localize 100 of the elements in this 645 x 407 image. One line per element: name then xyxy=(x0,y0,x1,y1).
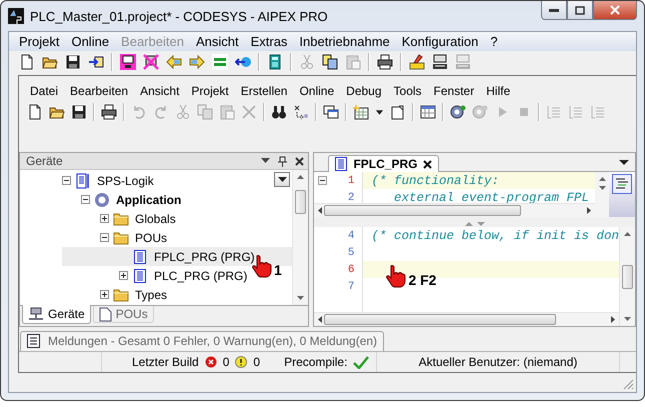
line-number: 2 xyxy=(346,192,354,204)
table-icon[interactable] xyxy=(420,104,436,120)
menu-item[interactable]: Inbetriebnahme xyxy=(293,34,396,49)
document-icon xyxy=(132,248,148,265)
menu-item[interactable]: Projekt xyxy=(13,34,66,49)
resize-grip-icon[interactable] xyxy=(622,378,634,390)
right-arrow-icon[interactable] xyxy=(189,54,205,70)
menu-item[interactable]: Tools xyxy=(388,84,428,98)
save-icon[interactable] xyxy=(71,104,87,120)
expand-toggle[interactable] xyxy=(100,290,109,300)
replace-icon[interactable] xyxy=(293,104,309,120)
menu-item[interactable]: Fenster xyxy=(428,84,480,98)
menu-item[interactable]: Online xyxy=(65,34,116,49)
equals-icon[interactable] xyxy=(212,54,228,70)
split-handle[interactable] xyxy=(462,220,487,228)
scroll-right-arrow-icon[interactable] xyxy=(611,316,615,324)
panel-tab[interactable]: Geräte xyxy=(22,305,91,324)
tree-item[interactable]: PLC_PRG (PRG) xyxy=(152,268,250,284)
collapse-toggle[interactable] xyxy=(81,195,90,204)
scroll-down-arrow-icon[interactable] xyxy=(624,317,631,322)
scroll-left-arrow-icon[interactable] xyxy=(318,207,322,214)
vertical-scrollbar[interactable] xyxy=(619,227,635,326)
document-icon xyxy=(132,268,148,284)
panel-tab[interactable]: POUs xyxy=(92,306,154,324)
expand-toggle[interactable] xyxy=(119,271,128,280)
menu-item[interactable]: Ansicht xyxy=(190,34,245,49)
scroll-down-arrow-icon[interactable] xyxy=(297,296,304,300)
tree-dropdown-button[interactable] xyxy=(274,172,290,188)
warning-icon xyxy=(235,356,248,368)
collapse-toggle[interactable] xyxy=(62,176,71,186)
menu-item[interactable]: Datei xyxy=(24,84,64,98)
menu-item[interactable]: Bearbeiten xyxy=(64,84,134,98)
scrollbar-thumb[interactable] xyxy=(324,314,556,326)
dropdown-caret-icon[interactable] xyxy=(261,158,270,164)
windows-icon[interactable] xyxy=(323,104,339,120)
line-number: 4 xyxy=(346,230,354,242)
new-file-icon[interactable] xyxy=(27,104,43,120)
printer-icon[interactable] xyxy=(377,54,393,70)
vertical-scrollbar[interactable] xyxy=(292,170,308,306)
hand-cursor-icon xyxy=(386,264,406,288)
menu-item[interactable]: Online xyxy=(293,84,340,98)
horizontal-scrollbar[interactable] xyxy=(314,312,619,326)
menu-item[interactable]: ? xyxy=(484,34,504,49)
left-arrow-icon[interactable] xyxy=(166,54,182,70)
menu-item[interactable]: Projekt xyxy=(185,84,235,98)
minimize-button[interactable] xyxy=(541,1,567,20)
scroll-right-arrow-icon[interactable] xyxy=(587,207,591,214)
arrow-icon[interactable] xyxy=(235,54,251,70)
editor-tab[interactable]: FPLC_PRG xyxy=(328,155,440,172)
grid-icon[interactable] xyxy=(353,104,369,120)
computer-icon[interactable] xyxy=(432,54,448,70)
fold-toggle[interactable] xyxy=(318,176,328,186)
folder-icon xyxy=(113,286,129,303)
minimize-icon xyxy=(549,8,559,12)
copy-icon[interactable] xyxy=(322,54,338,70)
page-icon[interactable] xyxy=(390,104,406,120)
tree-item[interactable]: Application xyxy=(114,192,184,208)
monitor-icon[interactable] xyxy=(120,54,136,70)
printer-icon[interactable] xyxy=(101,104,117,120)
scroll-left-arrow-icon[interactable] xyxy=(318,316,322,324)
maximize-button[interactable] xyxy=(567,1,593,20)
expand-toggle[interactable] xyxy=(100,214,109,224)
calculator-icon[interactable] xyxy=(267,54,283,70)
scroll-up-arrow-icon[interactable] xyxy=(297,175,304,180)
binoculars-icon[interactable] xyxy=(271,104,287,120)
crossed-monitor-icon[interactable] xyxy=(143,54,159,70)
scroll-up-arrow-icon[interactable] xyxy=(598,177,606,182)
scrollbar-thumb[interactable] xyxy=(324,205,522,216)
new-file-icon[interactable] xyxy=(19,54,35,70)
tree-item[interactable]: Types xyxy=(133,286,170,303)
menu-item[interactable]: Debug xyxy=(340,84,388,98)
scrollbar-thumb[interactable] xyxy=(622,265,633,290)
menu-item[interactable]: Erstellen xyxy=(234,84,294,98)
close-icon xyxy=(610,5,620,15)
scroll-up-arrow-icon[interactable] xyxy=(624,232,631,236)
close-icon[interactable] xyxy=(423,160,432,169)
save-icon[interactable] xyxy=(65,54,81,70)
messages-tab[interactable]: Meldungen - Gesamt 0 Fehler, 0 Warnung(en), 0 Meldung(en) xyxy=(20,330,384,351)
arrow-into-box-icon[interactable] xyxy=(88,54,104,70)
document-icon xyxy=(98,306,112,322)
tree-item[interactable]: Globals xyxy=(133,210,178,227)
tree-item[interactable]: SPS-Logik xyxy=(95,172,156,189)
menu-item[interactable]: Hilfe xyxy=(480,84,516,98)
highlighter-icon[interactable] xyxy=(409,54,425,70)
pin-icon[interactable] xyxy=(278,156,288,167)
menu-item[interactable]: Ansicht xyxy=(134,84,186,98)
close-icon[interactable] xyxy=(295,156,304,166)
code-line: external event-program FPL xyxy=(392,190,590,204)
dropdown-caret-icon[interactable] xyxy=(619,160,629,166)
menu-item[interactable]: Extras xyxy=(244,34,294,49)
tree-item[interactable]: POUs xyxy=(133,230,170,246)
horizontal-scrollbar[interactable] xyxy=(314,203,595,218)
close-button[interactable] xyxy=(593,1,637,20)
menu-item[interactable]: Konfiguration xyxy=(396,34,484,49)
scroll-down-arrow-icon[interactable] xyxy=(598,186,606,190)
outline-view-icon[interactable] xyxy=(612,174,632,194)
collapse-toggle[interactable] xyxy=(100,233,109,242)
gear-icon[interactable] xyxy=(450,104,466,120)
scrollbar-thumb[interactable] xyxy=(295,190,306,214)
panel-title: Geräte xyxy=(26,154,64,168)
